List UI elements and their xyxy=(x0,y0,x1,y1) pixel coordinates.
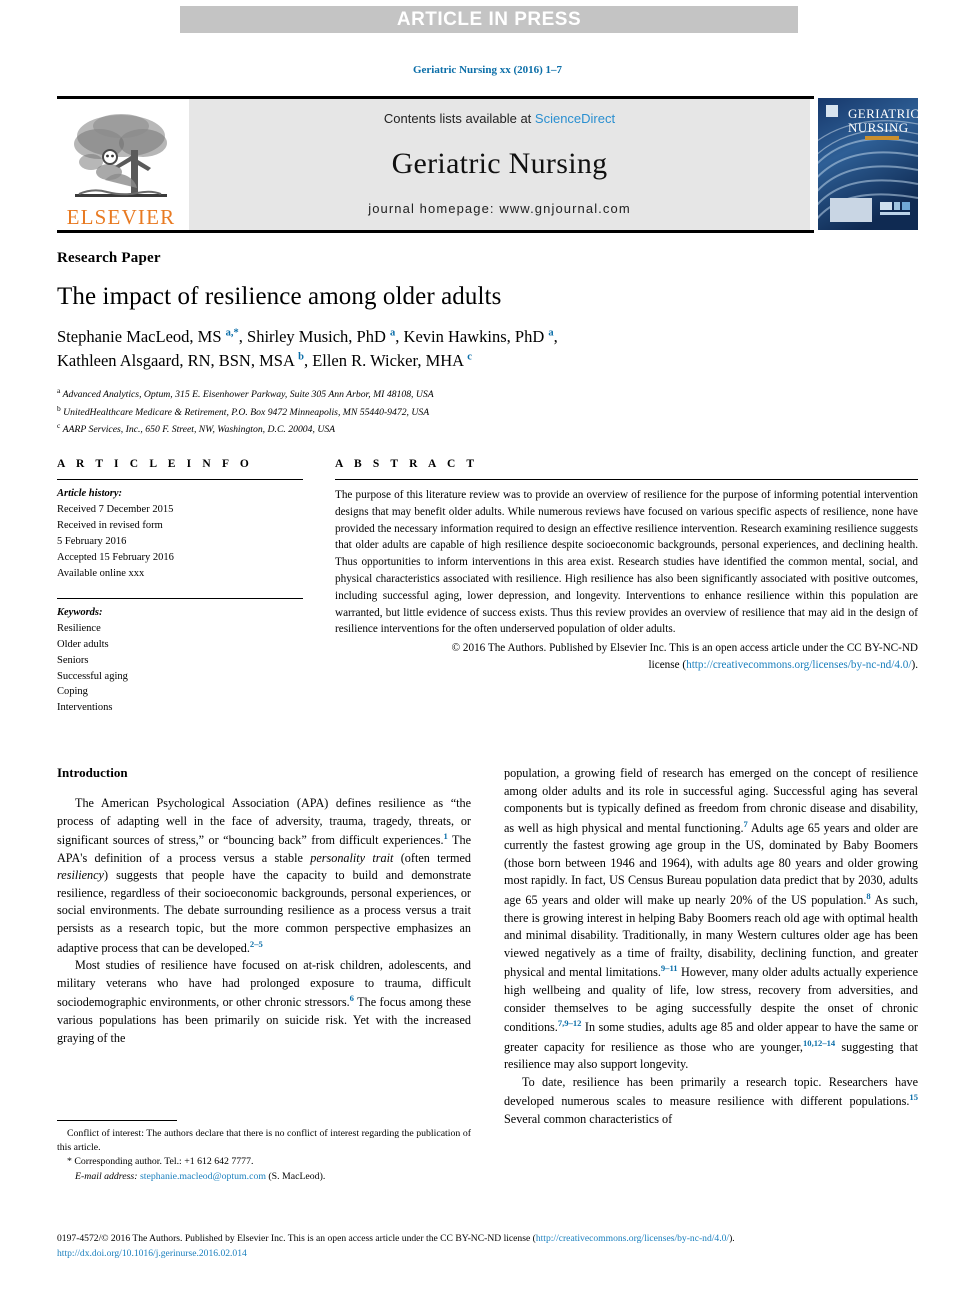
conflict-text: Conflict of interest: The authors declar… xyxy=(57,1128,471,1154)
footer-cc-license-link[interactable]: http://creativecommons.org/licenses/by-n… xyxy=(536,1233,729,1244)
history-item: Received in revised form xyxy=(57,519,163,531)
author-list: Stephanie MacLeod, MS a,*, Shirley Music… xyxy=(57,327,558,370)
contents-list-line: Contents lists available at ScienceDirec… xyxy=(384,111,615,126)
page-footer: 0197-4572/© 2016 The Authors. Published … xyxy=(57,1232,937,1262)
masthead-bottom-rule xyxy=(57,230,814,233)
footnote-rule xyxy=(57,1120,177,1121)
doi-line: http://dx.doi.org/10.1016/j.gerinurse.20… xyxy=(57,1247,937,1262)
keyword-item: Resilience xyxy=(57,622,101,634)
keywords-block: Keywords: Resilience Older adults Senior… xyxy=(57,597,303,717)
elsevier-logo: ELSEVIER xyxy=(57,99,185,230)
history-item: 5 February 2016 xyxy=(57,535,127,547)
article-history-label: Article history: xyxy=(57,488,123,499)
footnote-block: Conflict of interest: The authors declar… xyxy=(57,1120,471,1184)
affiliation-mark: c xyxy=(57,421,61,431)
affiliation-list: a Advanced Analytics, Optum, 315 E. Eise… xyxy=(57,385,857,438)
affiliation-text: UnitedHealthcare Medicare & Retirement, … xyxy=(63,406,430,418)
paragraph: The American Psychological Association (… xyxy=(57,796,471,955)
keyword-item: Successful aging xyxy=(57,670,128,682)
section-heading-introduction: Introduction xyxy=(57,765,128,780)
affiliation-text: AARP Services, Inc., 650 F. Street, NW, … xyxy=(62,424,336,436)
affiliation-mark: b xyxy=(57,403,61,413)
abstract-body: The purpose of this literature review wa… xyxy=(335,489,918,636)
page-title: The impact of resilience among older adu… xyxy=(57,283,502,310)
keyword-item: Older adults xyxy=(57,638,109,650)
corresponding-author-note: * Corresponding author. Tel.: +1 612 642… xyxy=(57,1155,471,1169)
affiliation-item: c AARP Services, Inc., 650 F. Street, NW… xyxy=(57,420,857,438)
contents-prefix: Contents lists available at xyxy=(383,111,535,126)
history-item: Accepted 15 February 2016 xyxy=(57,551,174,563)
journal-homepage-line[interactable]: journal homepage: www.gnjournal.com xyxy=(368,201,631,216)
history-item: Available online xxx xyxy=(57,567,145,579)
journal-title: Geriatric Nursing xyxy=(391,146,608,180)
body-left-column: Introduction The American Psychological … xyxy=(57,765,471,1129)
email-label: E-mail address: xyxy=(75,1170,138,1182)
abstract-heading: A B S T R A C T xyxy=(335,458,479,470)
article-type-kicker: Research Paper xyxy=(57,250,161,266)
keywords-rule xyxy=(57,597,303,599)
body-right-column: population, a growing field of research … xyxy=(504,765,918,1129)
email-owner: (S. MacLeod). xyxy=(268,1170,326,1182)
history-item: Received 7 December 2015 xyxy=(57,503,174,515)
affiliation-text: Advanced Analytics, Optum, 315 E. Eisenh… xyxy=(62,389,434,401)
journal-header-box: Contents lists available at ScienceDirec… xyxy=(189,99,810,230)
keywords-label: Keywords: xyxy=(57,606,103,618)
cc-license-link[interactable]: http://creativecommons.org/licenses/by-n… xyxy=(686,659,911,671)
corresponding-text: * Corresponding author. Tel.: +1 612 642… xyxy=(67,1156,254,1168)
journal-masthead: ELSEVIER Contents lists available at Sci… xyxy=(57,96,918,233)
paragraph: Most studies of resilience have focused … xyxy=(57,958,472,1045)
conflict-of-interest-note: Conflict of interest: The authors declar… xyxy=(57,1127,471,1155)
abstract-column: A B S T R A C T The purpose of this lite… xyxy=(335,458,918,716)
author-email-link[interactable]: stephanie.macleod@optum.com xyxy=(140,1171,266,1182)
info-abstract-region: A R T I C L E I N F O Article history: R… xyxy=(57,458,918,716)
article-body: Introduction The American Psychological … xyxy=(57,765,918,1129)
article-title-block: Research Paper The impact of resilience … xyxy=(57,250,857,438)
paragraph: To date, resilience has been primarily a… xyxy=(504,1074,918,1127)
abstract-rule xyxy=(335,479,918,480)
affiliation-item: a Advanced Analytics, Optum, 315 E. Eise… xyxy=(57,385,857,403)
svg-text:NURSING: NURSING xyxy=(848,120,909,135)
doi-link[interactable]: http://dx.doi.org/10.1016/j.gerinurse.20… xyxy=(57,1248,247,1259)
paragraph: population, a growing field of research … xyxy=(504,766,919,1072)
body-gutter xyxy=(471,765,504,1129)
issn-copyright-line: 0197-4572/© 2016 The Authors. Published … xyxy=(57,1232,937,1247)
article-info-heading: A R T I C L E I N F O xyxy=(57,458,253,470)
article-in-press-banner: ARTICLE IN PRESS xyxy=(180,6,798,33)
affiliation-mark: a xyxy=(57,385,61,395)
elsevier-tree-icon xyxy=(74,114,167,197)
article-info-rule xyxy=(57,479,303,480)
journal-cover-image: GERIATRIC NURSING xyxy=(818,98,918,230)
copyright-text: © 2016 The Authors. Published by Elsevie… xyxy=(451,642,918,655)
column-gutter xyxy=(303,458,335,716)
email-note: E-mail address: stephanie.macleod@optum.… xyxy=(57,1170,471,1184)
svg-text:GERIATRIC: GERIATRIC xyxy=(848,106,918,121)
keyword-item: Interventions xyxy=(57,702,113,714)
elsevier-wordmark: ELSEVIER xyxy=(66,205,176,229)
keyword-item: Coping xyxy=(57,686,88,698)
issn-copyright-text: 0197-4572/© 2016 The Authors. Published … xyxy=(57,1233,536,1244)
affiliation-item: b UnitedHealthcare Medicare & Retirement… xyxy=(57,403,857,421)
license-line: license (http://creativecommons.org/lice… xyxy=(335,657,918,674)
footer-license-suffix: ). xyxy=(729,1233,735,1244)
article-history: Article history: Received 7 December 201… xyxy=(57,486,303,582)
sciencedirect-link[interactable]: ScienceDirect xyxy=(535,111,615,126)
journal-citation-line: Geriatric Nursing xx (2016) 1–7 xyxy=(412,64,563,76)
license-suffix: ). xyxy=(911,658,918,671)
keyword-item: Seniors xyxy=(57,654,89,666)
abstract-copyright: © 2016 The Authors. Published by Elsevie… xyxy=(335,640,918,674)
license-prefix: license ( xyxy=(648,658,687,671)
article-in-press-label: ARTICLE IN PRESS xyxy=(396,8,582,30)
article-info-column: A R T I C L E I N F O Article history: R… xyxy=(57,458,303,716)
journal-cover-thumbnail: GERIATRIC NURSING xyxy=(818,98,918,230)
